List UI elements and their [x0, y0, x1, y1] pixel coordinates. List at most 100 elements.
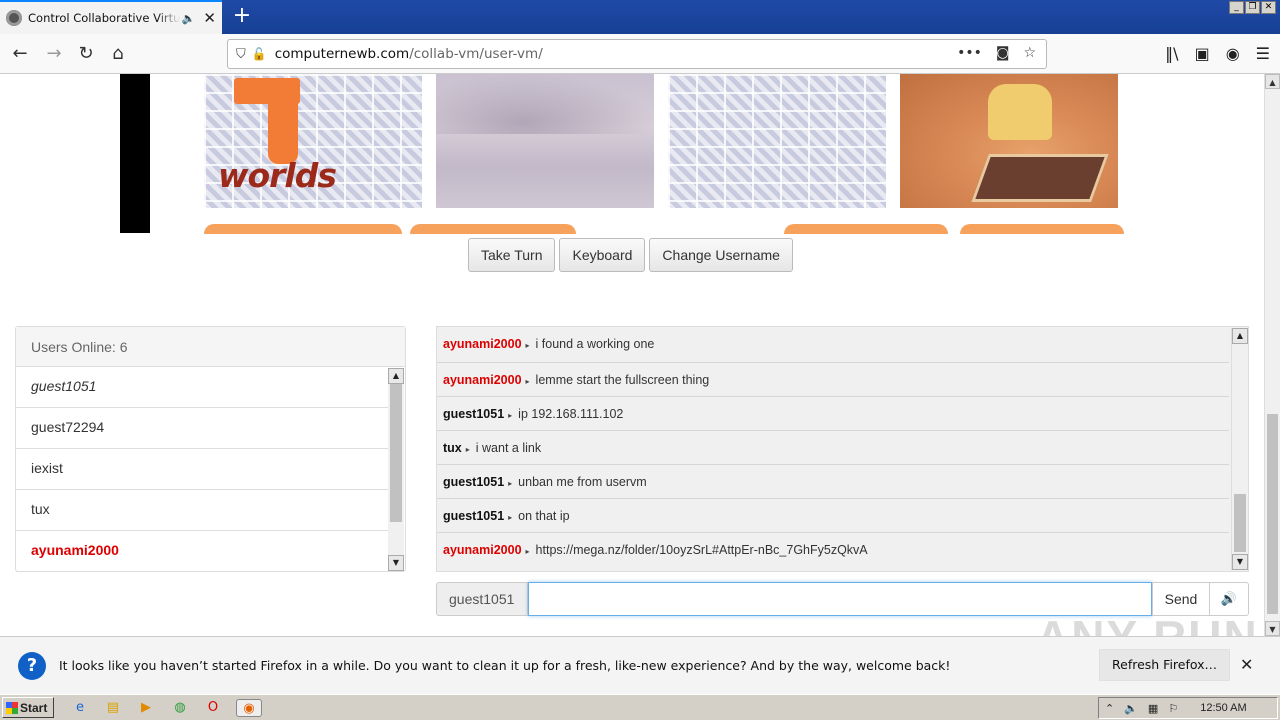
vm-select-button[interactable]: [784, 224, 948, 234]
scroll-thumb[interactable]: [390, 384, 402, 522]
chat-username[interactable]: ayunami2000: [443, 543, 522, 557]
window-controls: _ ❐ ✕: [1229, 1, 1276, 14]
library-icon[interactable]: ‖\: [1165, 44, 1178, 63]
scroll-down-icon[interactable]: ▼: [1265, 621, 1280, 636]
tab-title: Control Collaborative Virtual Machines: [28, 11, 180, 25]
arrow-icon: ▸: [508, 411, 513, 420]
armchair-image: [988, 84, 1052, 140]
url-host: computernewb.com: [274, 46, 410, 62]
url-bar[interactable]: ⛉ 🔓 computernewb.com/collab-vm/user-vm/ …: [227, 39, 1047, 69]
arrow-icon: ▸: [465, 445, 470, 454]
user-item[interactable]: ayunami2000: [16, 531, 389, 572]
question-icon: ?: [18, 651, 46, 680]
start-button[interactable]: Start: [2, 697, 54, 718]
scroll-down-icon[interactable]: ▼: [388, 555, 404, 571]
chat-text: ip 192.168.111.102: [518, 407, 624, 421]
chat-message: ayunami2000 ▸ lemme start the fullscreen t…: [437, 363, 1229, 397]
refresh-firefox-button[interactable]: Refresh Firefox…: [1099, 649, 1231, 681]
chat-text: i found a working one: [535, 337, 655, 351]
menu-icon[interactable]: ☰: [1256, 44, 1270, 63]
site-favicon-icon: [6, 10, 22, 26]
users-list: guest1051 guest72294 iexist tux ayunami2…: [16, 367, 389, 572]
account-icon[interactable]: ◉: [1226, 44, 1240, 63]
scroll-up-icon[interactable]: ▲: [1232, 328, 1248, 344]
forward-arrow-icon[interactable]: →: [40, 40, 68, 68]
network-icon[interactable]: ▦: [1148, 702, 1158, 715]
change-username-button[interactable]: Change Username: [649, 238, 793, 272]
sidebar-icon[interactable]: ▣: [1195, 44, 1210, 63]
chat-text[interactable]: https://mega.nz/folder/10oyzSrL#AttpEr-n…: [536, 543, 868, 557]
page-actions-icon[interactable]: •••: [957, 45, 982, 61]
chat-username[interactable]: guest1051: [443, 509, 504, 523]
scroll-down-icon[interactable]: ▼: [1232, 554, 1248, 570]
system-tray: ⌃ 🔈 ▦ ⚐ 12:50 AM: [1098, 697, 1278, 719]
chat-messages: ayunami2000 ▸ i found a working one ayunam…: [437, 327, 1229, 567]
chat-panel: ayunami2000 ▸ i found a working one ayunam…: [436, 326, 1249, 572]
chat-text: on that ip: [518, 509, 570, 523]
media-player-icon[interactable]: ▶: [137, 699, 155, 717]
user-item[interactable]: guest72294: [16, 408, 389, 449]
users-scrollbar[interactable]: ▲ ▼: [388, 368, 404, 571]
page-content: worlds Take Turn Keyboard Change Usernam…: [0, 74, 1264, 636]
firefox-taskbar-icon[interactable]: ◉: [236, 699, 262, 717]
keyboard-button[interactable]: Keyboard: [559, 238, 646, 272]
chat-scrollbar[interactable]: ▲ ▼: [1231, 328, 1248, 570]
vm-actions: Take Turn Keyboard Change Username: [468, 238, 793, 272]
page-scrollbar[interactable]: ▲ ▼: [1264, 74, 1280, 636]
pocket-icon[interactable]: ◙: [996, 45, 1010, 61]
bookmark-star-icon[interactable]: ☆: [1023, 45, 1036, 61]
home-icon[interactable]: ⌂: [104, 40, 132, 68]
tray-arrow-icon[interactable]: ⌃: [1105, 702, 1114, 715]
scroll-thumb[interactable]: [1234, 494, 1246, 552]
start-label: Start: [20, 701, 48, 715]
arrow-icon: ▸: [525, 377, 530, 386]
vm-thumbnail[interactable]: [900, 74, 1118, 208]
chat-username[interactable]: guest1051: [443, 475, 504, 489]
user-item[interactable]: tux: [16, 490, 389, 531]
reload-icon[interactable]: ↻: [72, 40, 100, 68]
take-turn-button[interactable]: Take Turn: [468, 238, 556, 272]
vm-thumbnail[interactable]: [436, 74, 654, 208]
folder-icon[interactable]: ▤: [104, 699, 122, 717]
chat-username[interactable]: ayunami2000: [443, 373, 522, 387]
vm-select-button[interactable]: [960, 224, 1124, 234]
minimize-icon[interactable]: _: [1229, 1, 1244, 14]
insecure-lock-icon[interactable]: 🔓: [252, 47, 267, 61]
vm-thumbnail[interactable]: [668, 74, 886, 208]
back-arrow-icon[interactable]: ←: [6, 40, 34, 68]
close-window-icon[interactable]: ✕: [1261, 1, 1276, 14]
chat-message: guest1051 ▸ ip 192.168.111.102: [437, 397, 1229, 431]
chat-text: unban me from uservm: [518, 475, 647, 489]
browser-tab[interactable]: Control Collaborative Virtual Machines 🔈…: [0, 0, 222, 34]
vm-thumbnail-buttons: [204, 224, 1124, 234]
flag-icon[interactable]: ⚐: [1168, 702, 1178, 715]
chat-username[interactable]: tux: [443, 441, 462, 455]
arrow-icon: ▸: [508, 479, 513, 488]
scroll-up-icon[interactable]: ▲: [388, 368, 404, 384]
chat-username[interactable]: guest1051: [443, 407, 504, 421]
restore-icon[interactable]: ❐: [1245, 1, 1260, 14]
tab-audio-icon[interactable]: 🔈: [182, 12, 196, 25]
new-tab-button[interactable]: +: [229, 4, 255, 30]
tab-close-icon[interactable]: ✕: [203, 9, 216, 27]
shield-icon[interactable]: ⛉: [236, 47, 246, 62]
vm-thumbnail[interactable]: worlds: [204, 74, 422, 208]
url-path: /collab-vm/user-vm/: [409, 46, 543, 62]
opera-icon[interactable]: O: [204, 699, 222, 717]
chat-text: i want a link: [475, 441, 542, 455]
vm-select-button[interactable]: [204, 224, 402, 234]
chat-message: ayunami2000 ▸ https://mega.nz/folder/10oyz…: [437, 533, 1229, 567]
chat-username[interactable]: ayunami2000: [443, 337, 522, 351]
volume-tray-icon[interactable]: 🔈: [1124, 702, 1138, 715]
windows-logo-icon: [6, 702, 18, 714]
scroll-up-icon[interactable]: ▲: [1265, 74, 1280, 89]
vm-select-button[interactable]: [410, 224, 576, 234]
chrome-icon[interactable]: ◍: [171, 699, 189, 717]
chat-username-label: guest1051: [436, 582, 528, 616]
close-icon[interactable]: ✕: [1240, 655, 1253, 674]
user-item[interactable]: guest1051: [16, 367, 389, 408]
scroll-thumb[interactable]: [1267, 414, 1278, 614]
user-item[interactable]: iexist: [16, 449, 389, 490]
ie-icon[interactable]: e: [71, 699, 89, 717]
chat-message: guest1051 ▸ unban me from uservm: [437, 465, 1229, 499]
